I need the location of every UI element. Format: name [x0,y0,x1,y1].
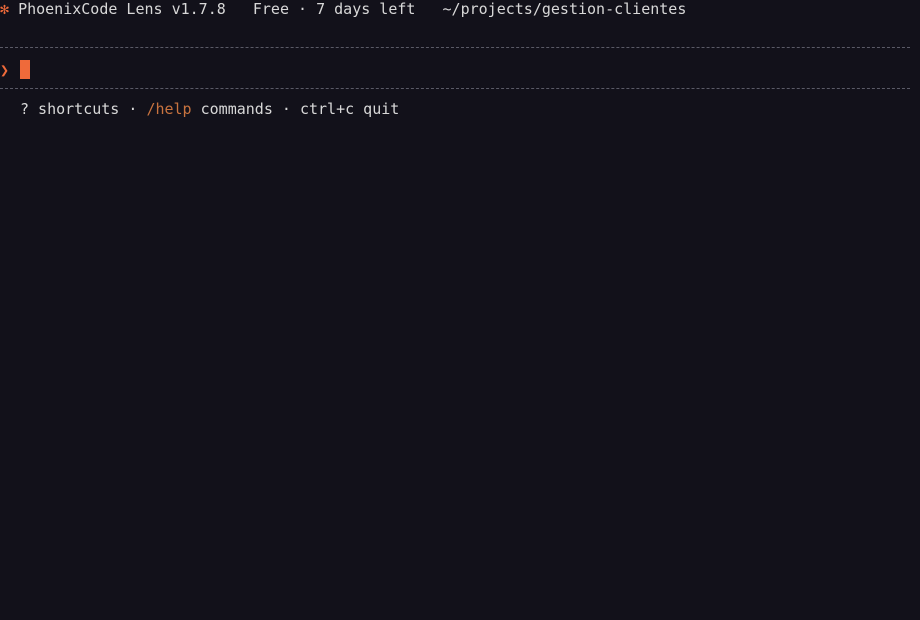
text-cursor [20,60,30,79]
status-header: ✻ PhoenixCode Lens v1.7.8 Free · 7 days … [0,0,686,18]
help-command: /help [146,100,192,118]
shortcuts-hint: ? shortcuts · [20,100,147,118]
plan-status: Free · 7 days left [252,0,416,18]
app-title: PhoenixCode Lens v1.7.8 [18,0,226,18]
asterisk-logo-icon: ✻ [0,0,10,18]
commands-quit-hint: commands · ctrl+c quit [191,100,400,118]
hint-bar: ? shortcuts · /help commands · ctrl+c qu… [20,100,399,118]
prompt-input-area[interactable]: ❯ [0,60,30,79]
input-divider-top [0,47,910,48]
working-directory: ~/projects/gestion-clientes [442,0,687,18]
prompt-chevron-icon: ❯ [0,61,10,79]
input-divider-bottom [0,88,910,89]
